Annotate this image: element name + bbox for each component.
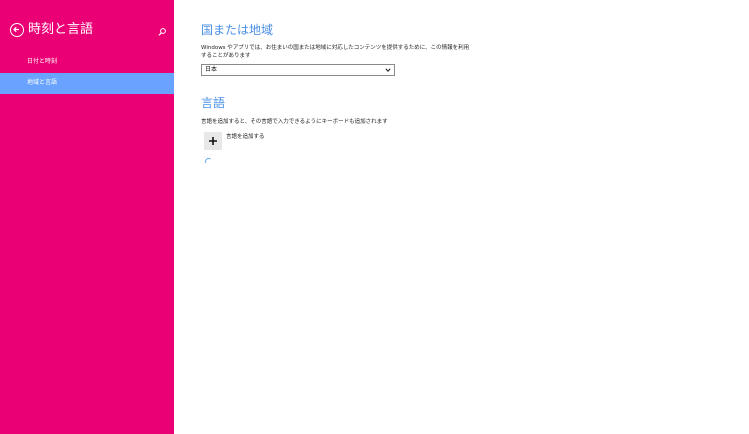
sidebar: 時刻と言語 日付と時刻 地域と言語 [0,0,174,434]
spinner-icon [205,158,211,164]
sidebar-title: 時刻と言語 [28,22,94,37]
back-arrow-icon [13,26,19,33]
back-button[interactable] [10,23,24,37]
country-region-value: 日本 [205,66,218,73]
region-description-line-2: することがあります [201,53,251,59]
search-button[interactable] [157,24,167,36]
settings-window: 時刻と言語 日付と時刻 地域と言語 国または地域 Windows やアプリでは、… [0,0,749,434]
sidebar-item-region-language[interactable]: 地域と言語 [0,73,174,94]
country-region-select[interactable]: 日本 [201,64,395,76]
sidebar-item-label: 地域と言語 [27,79,58,86]
sidebar-item-date-time[interactable]: 日付と時刻 [0,52,174,73]
language-section-title: 言語 [201,96,226,110]
sidebar-header: 時刻と言語 [0,20,174,42]
language-description: 言語を追加すると、その言語で入力できるようにキーボードも追加されます [201,119,388,125]
add-language-button[interactable] [204,132,222,150]
main-content: 国または地域 Windows やアプリでは、お住まいの国または地域に対応したコン… [174,0,749,434]
plus-icon [209,137,217,145]
add-language-label[interactable]: 言語を追加する [226,133,265,141]
region-description-line-1: Windows やアプリでは、お住まいの国または地域に対応したコンテンツを提供す… [201,45,470,51]
region-section-title: 国または地域 [201,23,274,37]
chevron-down-icon [385,68,391,73]
sidebar-item-label: 日付と時刻 [27,58,58,65]
search-icon [158,28,166,36]
